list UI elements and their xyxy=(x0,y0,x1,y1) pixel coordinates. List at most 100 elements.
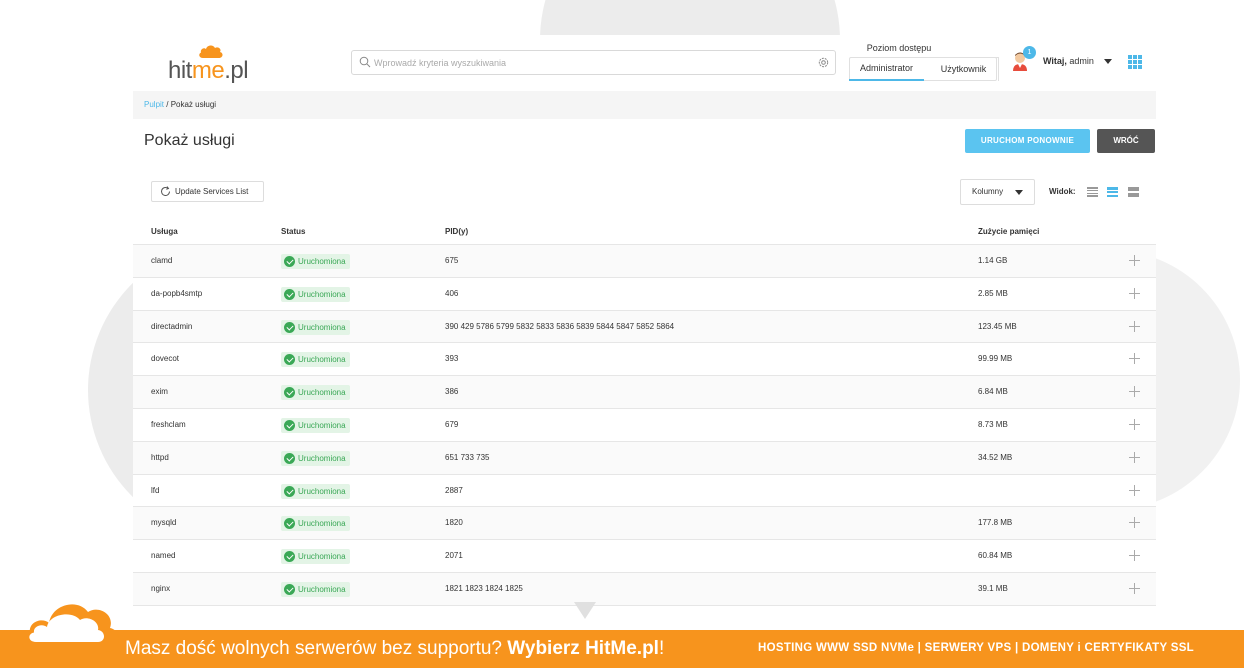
header: hitme.pl Poziom dostępu Administrator Uż… xyxy=(133,35,1156,91)
tab-administrator[interactable]: Administrator xyxy=(849,57,924,81)
pid-list: 679 xyxy=(445,419,459,429)
column-header-memory[interactable]: Zużycie pamięci xyxy=(978,218,1039,245)
expand-plus-icon[interactable] xyxy=(1129,484,1140,496)
access-level-label: Poziom dostępu xyxy=(866,43,932,53)
status-badge: Uruchomiona xyxy=(281,450,350,466)
status-badge: Uruchomiona xyxy=(281,516,350,532)
table-row[interactable]: directadmin Uruchomiona 390 429 5786 5799 … xyxy=(133,310,1156,344)
check-circle-icon xyxy=(284,419,295,431)
view-compact-icon[interactable] xyxy=(1087,187,1098,197)
memory-usage: 34.52 MB xyxy=(978,452,1013,462)
main-panel: hitme.pl Poziom dostępu Administrator Uż… xyxy=(133,35,1156,630)
page-title: Pokaż usługi xyxy=(144,132,235,149)
expand-plus-icon[interactable] xyxy=(1129,353,1140,365)
memory-usage: 39.1 MB xyxy=(978,583,1008,593)
check-circle-icon xyxy=(284,354,295,366)
check-circle-icon xyxy=(284,485,295,497)
expand-plus-icon[interactable] xyxy=(1129,451,1140,463)
expand-plus-icon[interactable] xyxy=(1129,517,1140,529)
expand-plus-icon[interactable] xyxy=(1129,287,1140,299)
table-row[interactable]: httpd Uruchomiona 651 733 735 34.52 MB xyxy=(133,441,1156,475)
column-header-pids[interactable]: PID(y) xyxy=(445,218,468,245)
memory-usage: 99.99 MB xyxy=(978,354,1013,364)
memory-usage: 6.84 MB xyxy=(978,387,1008,397)
status-badge: Uruchomiona xyxy=(281,417,350,433)
check-circle-icon xyxy=(284,321,295,333)
restart-button[interactable]: URUCHOM PONOWNIE xyxy=(965,129,1090,153)
search-icon xyxy=(359,56,371,68)
refresh-icon xyxy=(161,186,170,196)
expand-plus-icon[interactable] xyxy=(1129,386,1140,398)
promo-banner[interactable]: Masz dość wolnych serwerów bez supportu?… xyxy=(0,630,1244,668)
back-button[interactable]: WRÓĆ xyxy=(1097,129,1155,153)
check-circle-icon xyxy=(284,583,295,595)
pid-list: 2071 xyxy=(445,551,463,561)
service-name: directadmin xyxy=(151,321,193,331)
service-name: clamd xyxy=(151,256,173,265)
memory-usage: 123.45 MB xyxy=(978,321,1017,331)
logo[interactable]: hitme.pl xyxy=(168,43,268,85)
cloud-icon xyxy=(21,604,119,652)
pid-list: 390 429 5786 5799 5832 5833 5836 5839 58… xyxy=(445,321,675,331)
table-row[interactable]: exim Uruchomiona 386 6.84 MB xyxy=(133,376,1156,409)
gear-icon[interactable] xyxy=(817,56,830,69)
pid-list: 386 xyxy=(445,387,459,397)
service-name: nginx xyxy=(151,583,171,593)
service-name: mysqld xyxy=(151,518,177,528)
status-badge: Uruchomiona xyxy=(281,319,350,335)
view-normal-icon[interactable] xyxy=(1107,187,1118,197)
table-row[interactable]: lfd Uruchomiona 2887 xyxy=(133,475,1156,508)
view-large-icon[interactable] xyxy=(1128,187,1139,197)
expand-plus-icon[interactable] xyxy=(1129,582,1140,594)
table-row[interactable]: nginx Uruchomiona 1821 1823 1824 1825 39.1 … xyxy=(133,572,1156,606)
status-badge: Uruchomiona xyxy=(281,581,350,597)
pid-list: 675 xyxy=(445,256,459,265)
promo-services-text: HOSTING WWW SSD NVMe | SERWERY VPS | DOM… xyxy=(758,642,1195,654)
expand-plus-icon[interactable] xyxy=(1129,550,1140,562)
apps-grid-icon[interactable] xyxy=(1128,55,1142,69)
scroll-down-arrow-icon xyxy=(574,602,596,619)
service-name: named xyxy=(151,551,176,561)
update-services-button[interactable]: Update Services List xyxy=(151,181,264,202)
service-name: da-popb4smtp xyxy=(151,288,203,298)
search-input[interactable] xyxy=(374,54,804,71)
check-circle-icon xyxy=(284,256,295,267)
expand-plus-icon[interactable] xyxy=(1129,418,1140,430)
memory-usage: 2.85 MB xyxy=(978,288,1008,298)
pid-list: 1821 1823 1824 1825 xyxy=(445,583,523,593)
check-circle-icon xyxy=(284,452,295,464)
table-row[interactable]: mysqld Uruchomiona 1820 177.8 MB xyxy=(133,507,1156,541)
breadcrumb-link-dashboard[interactable]: Pulpit xyxy=(144,100,164,109)
table-row[interactable]: clamd Uruchomiona 675 1.14 GB xyxy=(133,245,1156,278)
logo-text: hitme.pl xyxy=(168,57,249,84)
expand-plus-icon[interactable] xyxy=(1129,255,1140,266)
pid-list: 406 xyxy=(445,288,459,298)
memory-usage: 1.14 GB xyxy=(978,256,1008,265)
status-badge: Uruchomiona xyxy=(281,254,350,269)
status-badge: Uruchomiona xyxy=(281,549,350,565)
service-name: exim xyxy=(151,387,168,397)
status-badge: Uruchomiona xyxy=(281,483,350,499)
table-row[interactable]: dovecot Uruchomiona 393 99.99 MB xyxy=(133,343,1156,377)
pid-list: 651 733 735 xyxy=(445,452,490,462)
columns-dropdown[interactable]: Kolumny xyxy=(960,179,1035,205)
column-header-status[interactable]: Status xyxy=(281,218,305,245)
user-menu[interactable]: Witaj, admin xyxy=(1043,56,1094,66)
breadcrumb-current: Pokaż usługi xyxy=(170,100,217,109)
column-header-service[interactable]: Usługa xyxy=(151,218,178,245)
status-badge: Uruchomiona xyxy=(281,352,350,368)
status-badge: Uruchomiona xyxy=(281,286,350,302)
breadcrumb: Pulpit / Pokaż usługi xyxy=(133,91,1156,119)
table-row[interactable]: named Uruchomiona 2071 60.84 MB xyxy=(133,540,1156,573)
table-row[interactable]: da-popb4smtp Uruchomiona 406 2.85 MB xyxy=(133,278,1156,311)
table-row[interactable]: freshclam Uruchomiona 679 8.73 MB xyxy=(133,409,1156,442)
service-name: httpd xyxy=(151,452,169,462)
status-badge: Uruchomiona xyxy=(281,385,350,401)
expand-plus-icon[interactable] xyxy=(1129,320,1140,332)
check-circle-icon xyxy=(284,387,295,399)
access-level: Poziom dostępu Administrator Użytkownik xyxy=(849,41,999,85)
table-header: Usługa Status PID(y) Zużycie pamięci xyxy=(133,218,1156,245)
notification-badge[interactable]: 1 xyxy=(1023,46,1036,59)
chevron-down-icon[interactable] xyxy=(1104,59,1112,64)
tab-user[interactable]: Użytkownik xyxy=(929,57,999,81)
